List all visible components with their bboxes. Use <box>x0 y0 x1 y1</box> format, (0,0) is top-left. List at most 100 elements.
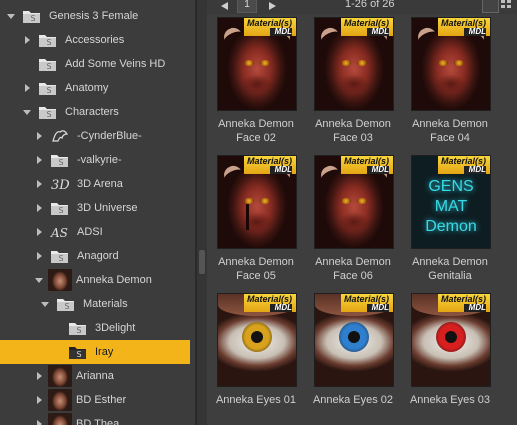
collapse-arrow-icon[interactable] <box>34 275 44 285</box>
badge-mdl-text: MDL <box>464 166 486 174</box>
asset-thumbnail: Material(s) MDL <box>217 293 297 387</box>
tree-scrollbar-thumb[interactable] <box>199 250 205 274</box>
tree-item-label: BD Esther <box>76 394 127 406</box>
tree-item-label: Iray <box>95 346 114 358</box>
expand-arrow-icon[interactable] <box>34 203 44 213</box>
asset-card[interactable]: Material(s) MDL Anneka Demon Face 02 <box>210 17 302 145</box>
thumbnail-text: Demon <box>425 218 477 235</box>
material-mdl-badge: Material(s) MDL <box>244 156 296 174</box>
asset-grid: Material(s) MDL Anneka Demon Face 02 Materia… <box>207 0 517 425</box>
asset-card[interactable]: Material(s) MDL Anneka Eyes 02 <box>307 293 399 407</box>
asset-card[interactable]: Material(s) MDL Anneka Demon Face 04 <box>404 17 496 145</box>
expand-arrow-icon[interactable] <box>22 83 32 93</box>
asset-label-line2: Face 05 <box>236 270 276 282</box>
tree-item-arianna[interactable]: Arianna <box>0 364 195 388</box>
expand-arrow-icon[interactable] <box>34 227 44 237</box>
tree-item-characters[interactable]: S Characters <box>0 100 195 124</box>
asset-label: Anneka Eyes 01 <box>210 393 302 407</box>
next-page-button[interactable] <box>262 0 282 12</box>
asset-card[interactable]: Material(s) MDL Anneka Demon Face 06 <box>307 155 399 283</box>
tree-item-label: ADSI <box>77 226 103 238</box>
folder-icon: S <box>56 296 76 312</box>
folder-icon: S <box>68 320 88 336</box>
tree-item-genesis-3-female[interactable]: S Genesis 3 Female <box>0 4 195 28</box>
tree-item-cynderblue[interactable]: -CynderBlue- <box>0 124 195 148</box>
asset-label-line2: Face 04 <box>430 132 470 144</box>
asset-label-line2: Face 06 <box>333 270 373 282</box>
tree-item-label: Anagord <box>77 250 119 262</box>
tree-item-add-some-veins-hd[interactable]: S Add Some Veins HD <box>0 52 195 76</box>
tree-item-label: -CynderBlue- <box>77 130 142 142</box>
tree-item-label: Materials <box>83 298 128 310</box>
material-mdl-badge: Material(s) MDL <box>341 294 393 312</box>
asset-label: Anneka Demon Face 06 <box>307 255 399 283</box>
folder-icon: S <box>22 8 42 24</box>
asset-card[interactable]: Material(s) MDL Anneka Eyes 01 <box>210 293 302 407</box>
tree-item-3d-arena[interactable]: 3D 3D Arena <box>0 172 195 196</box>
tree-item-adsi[interactable]: AS ADSI <box>0 220 195 244</box>
collapse-arrow-icon[interactable] <box>22 107 32 117</box>
tree-item-label: 3D Arena <box>77 178 123 190</box>
asset-label: Anneka Demon Genitalia <box>404 255 496 283</box>
expand-arrow-icon[interactable] <box>34 131 44 141</box>
expand-arrow-icon[interactable] <box>34 155 44 165</box>
asset-card[interactable]: Material(s) MDL Anneka Demon Face 03 <box>307 17 399 145</box>
badge-mdl-text: MDL <box>367 304 389 312</box>
prev-page-button[interactable] <box>214 0 234 12</box>
collapse-arrow-icon[interactable] <box>6 11 16 21</box>
tree-item-valkyrie[interactable]: S -valkyrie- <box>0 148 195 172</box>
badge-mdl-text: MDL <box>270 304 292 312</box>
tree-item-label: 3Delight <box>95 322 136 334</box>
page-number-field[interactable]: 1 <box>237 0 257 13</box>
tree-item-3d-universe[interactable]: S 3D Universe <box>0 196 195 220</box>
asset-card[interactable]: Material(s) MDL Anneka Eyes 03 <box>404 293 496 407</box>
tree-item-anagord[interactable]: S Anagord <box>0 244 195 268</box>
material-mdl-badge: Material(s) MDL <box>438 18 490 36</box>
asset-label-line1: Anneka Demon <box>412 118 488 130</box>
material-mdl-badge: Material(s) MDL <box>341 18 393 36</box>
tree-item-3delight[interactable]: S 3Delight <box>0 316 195 340</box>
grid-view-icon[interactable] <box>499 0 514 11</box>
view-mode-button[interactable] <box>482 0 499 13</box>
tree-item-accessories[interactable]: S Accessories <box>0 28 195 52</box>
asset-card[interactable]: GENS MAT Demon Material(s) MDL Anneka Demon Ge… <box>404 155 496 283</box>
asset-label-line1: Anneka Demon <box>218 256 294 268</box>
tree-item-label: 3D Universe <box>77 202 138 214</box>
expand-arrow-icon[interactable] <box>34 395 44 405</box>
badge-mdl-text: MDL <box>464 28 486 36</box>
asset-card[interactable]: Material(s) MDL Anneka Demon Face 05 <box>210 155 302 283</box>
asset-label-line1: Anneka Demon <box>315 256 391 268</box>
tree-item-label: Anatomy <box>65 82 109 94</box>
expand-arrow-icon[interactable] <box>34 371 44 381</box>
tree-item-anatomy[interactable]: S Anatomy <box>0 76 195 100</box>
material-mdl-badge: Material(s) MDL <box>244 294 296 312</box>
svg-text:S: S <box>46 62 51 71</box>
material-mdl-badge: Material(s) MDL <box>341 156 393 174</box>
collapse-arrow-icon[interactable] <box>40 299 50 309</box>
tree-item-materials[interactable]: S Materials <box>0 292 195 316</box>
tree-item-label: Genesis 3 Female <box>49 10 139 22</box>
tree-scrollbar[interactable] <box>197 0 207 425</box>
asset-label: Anneka Demon Face 03 <box>307 117 399 145</box>
expand-arrow-icon[interactable] <box>34 179 44 189</box>
tree-item-iray[interactable]: S Iray <box>0 340 190 364</box>
expand-arrow-icon[interactable] <box>34 251 44 261</box>
folder-icon: S <box>68 344 88 360</box>
asset-label-line2: Genitalia <box>428 270 472 282</box>
material-mdl-badge: Material(s) MDL <box>438 156 490 174</box>
expand-arrow-icon[interactable] <box>34 419 44 425</box>
svg-text:AS: AS <box>50 226 68 240</box>
esther-thumbnail-icon <box>48 389 72 411</box>
asset-label: Anneka Demon Face 02 <box>210 117 302 145</box>
arrow-right-icon <box>268 2 276 10</box>
tree-item-bd-esther[interactable]: BD Esther <box>0 388 195 412</box>
tree-item-anneka-demon[interactable]: Anneka Demon <box>0 268 195 292</box>
expand-arrow-icon[interactable] <box>22 35 32 45</box>
asset-thumbnail: Material(s) MDL <box>314 155 394 249</box>
tree-item-bd-thea[interactable]: BD Thea <box>0 412 195 425</box>
svg-text:S: S <box>76 350 81 359</box>
tree-item-label: Add Some Veins HD <box>65 58 166 70</box>
asset-label: Anneka Demon Face 05 <box>210 255 302 283</box>
folder-icon: S <box>38 56 58 72</box>
